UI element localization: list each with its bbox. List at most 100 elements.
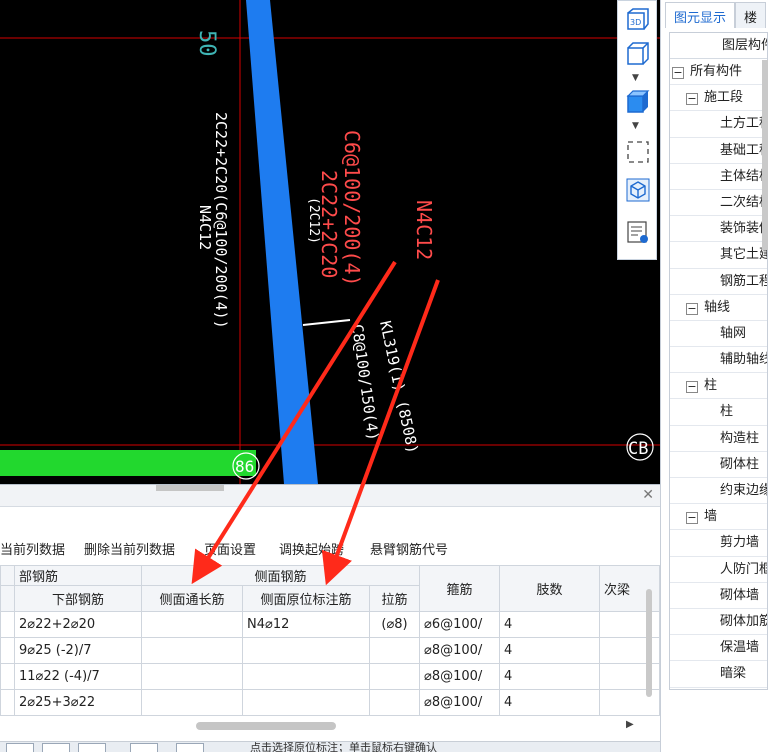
table-row[interactable]: 2⌀25+3⌀22 ⌀8@100/4: [0, 689, 660, 716]
cell-bottom[interactable]: 2⌀22+2⌀20: [14, 611, 142, 638]
tree-item[interactable]: 暗梁: [670, 661, 767, 688]
tree-item[interactable]: − 柱: [670, 373, 767, 400]
tree-item[interactable]: 砌体柱: [670, 452, 767, 478]
tree-item[interactable]: − 所有构件: [670, 59, 767, 86]
tree-item[interactable]: − 施工段: [670, 85, 767, 112]
col-legs[interactable]: 肢数: [499, 565, 600, 612]
tree-item[interactable]: 轴网: [670, 321, 767, 348]
cell-stirrup[interactable]: ⌀8@100/: [419, 637, 500, 664]
cell-side-in_situ[interactable]: [242, 637, 370, 664]
status-button-5[interactable]: [176, 743, 204, 752]
cell-side-through[interactable]: [141, 611, 243, 638]
tree-item[interactable]: 二次结构: [670, 190, 767, 217]
col-tie[interactable]: 拉筋: [369, 585, 420, 612]
cell-stirrup[interactable]: ⌀8@100/: [419, 663, 500, 690]
caret-down-icon[interactable]: ▼: [632, 73, 639, 83]
tree-item[interactable]: 约束边缘: [670, 478, 767, 505]
tree-item[interactable]: − 墙: [670, 504, 767, 531]
cad-svg[interactable]: 86 CB 50 2C22+2C20(C6@100/200(4)) N4C12 …: [0, 0, 660, 484]
row-handle[interactable]: [0, 663, 15, 690]
beam-green[interactable]: [0, 450, 256, 476]
cell-side-in_situ[interactable]: N4⌀12: [242, 611, 370, 638]
tree-item[interactable]: 基础工程: [670, 138, 767, 164]
cell-side-through[interactable]: [141, 637, 243, 664]
cell-legs[interactable]: 4: [499, 637, 600, 664]
tree-item[interactable]: 主体结构: [670, 164, 767, 190]
tab-element-display[interactable]: 图元显示: [665, 2, 736, 28]
cube-outline-button[interactable]: [624, 41, 652, 67]
tree-item[interactable]: − 轴线: [670, 295, 767, 321]
cad-drawing-canvas[interactable]: 86 CB 50 2C22+2C20(C6@100/200(4)) N4C12 …: [0, 0, 660, 484]
row-handle[interactable]: [0, 611, 15, 638]
tree-item[interactable]: 砌体加筋: [670, 609, 767, 636]
red-annotation-2[interactable]: C6@100/200(4): [340, 130, 364, 287]
tree-item[interactable]: 其它土建: [670, 242, 767, 269]
collapse-toggle-icon[interactable]: −: [686, 512, 698, 525]
resize-grip[interactable]: [156, 485, 224, 491]
select-frame-button[interactable]: [624, 139, 652, 165]
tree-item[interactable]: 保温墙: [670, 635, 767, 662]
caret-down-icon-2[interactable]: ▼: [632, 121, 639, 131]
status-button-3[interactable]: [78, 743, 106, 752]
close-icon[interactable]: ✕: [642, 487, 654, 503]
view-toolbar: 3D ▼ ▼: [617, 0, 657, 260]
collapse-toggle-icon[interactable]: −: [686, 381, 698, 394]
tree-item[interactable]: 剪力墙: [670, 530, 767, 557]
table-horizontal-scrollbar[interactable]: [196, 722, 336, 730]
delete-current-column-button[interactable]: 删除当前列数据: [84, 539, 175, 558]
tree-item[interactable]: 砌体墙: [670, 583, 767, 609]
table-row[interactable]: 2⌀22+2⌀20 N4⌀12 (⌀8) ⌀6@100/4: [0, 611, 660, 638]
tree-scrollbar[interactable]: [762, 60, 768, 250]
cell-side-in_situ[interactable]: [242, 663, 370, 690]
row-handle[interactable]: [0, 637, 15, 664]
swap-start-span-button[interactable]: 调换起始跨: [279, 539, 344, 558]
row-handle[interactable]: [0, 689, 15, 716]
component-button[interactable]: [624, 177, 652, 203]
col-stirrup[interactable]: 箍筋: [419, 565, 500, 612]
col-bottom-rebar[interactable]: 下部钢筋: [14, 585, 142, 612]
tree-item[interactable]: 构造柱: [670, 426, 767, 452]
cell-stirrup[interactable]: ⌀8@100/: [419, 689, 500, 716]
cell-side-through[interactable]: [141, 663, 243, 690]
tree-item[interactable]: 土方工程: [670, 111, 767, 138]
page-setup-button[interactable]: 页面设置: [204, 539, 256, 558]
cell-legs[interactable]: 4: [499, 689, 600, 716]
collapse-toggle-icon[interactable]: −: [686, 302, 698, 315]
cantilever-code-button[interactable]: 悬臂钢筋代号: [370, 539, 448, 558]
tree-item[interactable]: 辅助轴线: [670, 347, 767, 374]
cell-tie[interactable]: [369, 689, 420, 716]
cell-side-through[interactable]: [141, 689, 243, 716]
status-button-4[interactable]: [130, 743, 158, 752]
col-side-in-situ[interactable]: 侧面原位标注筋: [242, 585, 370, 612]
cell-tie[interactable]: [369, 637, 420, 664]
status-button-1[interactable]: [6, 743, 34, 752]
3d-view-button[interactable]: 3D: [624, 7, 652, 33]
cell-tie[interactable]: [369, 663, 420, 690]
copy-current-column-button[interactable]: 当前列数据: [0, 539, 65, 558]
tree-item[interactable]: 柱: [670, 399, 767, 426]
cell-legs[interactable]: 4: [499, 611, 600, 638]
tab-floor[interactable]: 楼: [735, 2, 767, 28]
tree-item[interactable]: 钢筋工程: [670, 269, 767, 295]
status-button-2[interactable]: [42, 743, 70, 752]
cell-bottom[interactable]: 9⌀25 (-2)/7: [14, 637, 142, 664]
tree-item[interactable]: 人防门框: [670, 557, 767, 583]
col-side-through[interactable]: 侧面通长筋: [141, 585, 243, 612]
table-row[interactable]: 11⌀22 (-4)/7 ⌀8@100/4: [0, 663, 660, 690]
collapse-toggle-icon[interactable]: −: [672, 67, 684, 79]
scroll-right-arrow-icon[interactable]: ▶: [626, 719, 634, 730]
tree-item-label: 保温墙: [720, 640, 760, 656]
cell-side-in_situ[interactable]: [242, 689, 370, 716]
red-annotation-3[interactable]: N4C12: [412, 200, 436, 260]
table-row[interactable]: 9⌀25 (-2)/7 ⌀8@100/4: [0, 637, 660, 664]
cell-bottom[interactable]: 11⌀22 (-4)/7: [14, 663, 142, 690]
table-vertical-scrollbar[interactable]: [646, 589, 652, 697]
layer-list-button[interactable]: [624, 219, 652, 245]
cell-legs[interactable]: 4: [499, 663, 600, 690]
cell-tie[interactable]: (⌀8): [369, 611, 420, 638]
cube-solid-button[interactable]: [624, 89, 652, 115]
cell-bottom[interactable]: 2⌀25+3⌀22: [14, 689, 142, 716]
tree-item[interactable]: 装饰装修: [670, 216, 767, 243]
collapse-toggle-icon[interactable]: −: [686, 93, 698, 106]
cell-stirrup[interactable]: ⌀6@100/: [419, 611, 500, 638]
